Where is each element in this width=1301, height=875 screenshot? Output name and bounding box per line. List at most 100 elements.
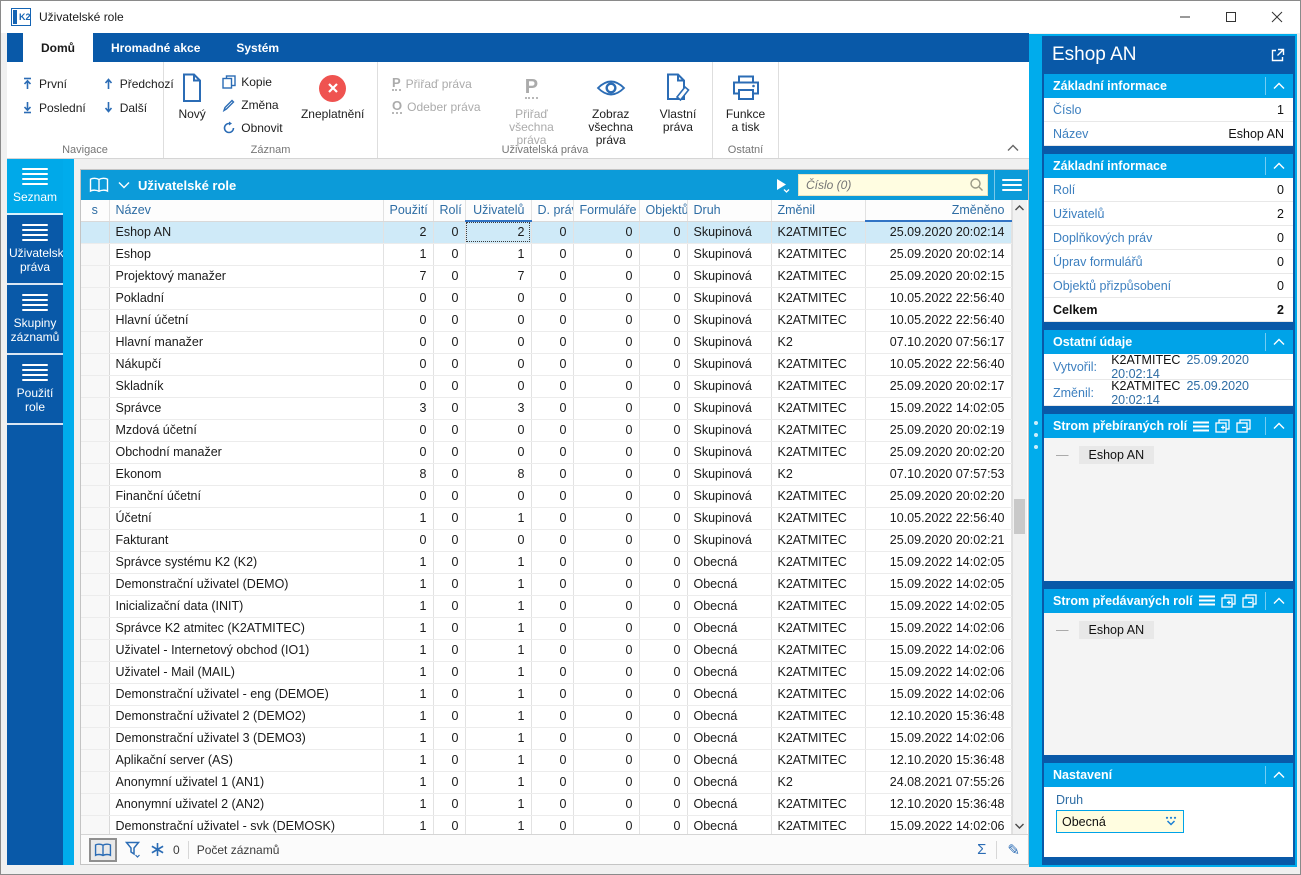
table-cell-uzivatelu[interactable]: 1	[465, 727, 531, 749]
table-cell-dprav[interactable]: 0	[531, 573, 573, 595]
table-cell-nazev[interactable]: Správce systému K2 (K2)	[109, 551, 383, 573]
table-row[interactable]: Hlavní manažer000000SkupinováK207.10.202…	[81, 331, 1011, 353]
remove-rights-button[interactable]: O Odeber práva	[384, 95, 491, 118]
run-filter-icon[interactable]	[774, 177, 790, 193]
table-cell-zmeneno[interactable]: 15.09.2022 14:02:05	[865, 595, 1011, 617]
panel-splitter[interactable]	[1029, 34, 1042, 867]
table-cell-zmeneno[interactable]: 07.10.2020 07:56:17	[865, 331, 1011, 353]
table-cell-nazev[interactable]: Skladník	[109, 375, 383, 397]
table-cell-zmenil[interactable]: K2ATMITEC	[771, 309, 865, 331]
show-all-rights-button[interactable]: Zobraz všechna práva	[572, 66, 650, 149]
table-cell-druh[interactable]: Obecná	[687, 639, 771, 661]
table-cell-zmenil[interactable]: K2ATMITEC	[771, 683, 865, 705]
sidebar-item-1[interactable]: Seznam	[7, 159, 63, 215]
table-cell-pouziti[interactable]: 0	[383, 485, 433, 507]
table-cell-druh[interactable]: Skupinová	[687, 221, 771, 243]
table-cell-pouziti[interactable]: 1	[383, 507, 433, 529]
table-cell-objektu[interactable]: 0	[639, 617, 687, 639]
table-cell-zmenil[interactable]: K2ATMITEC	[771, 529, 865, 551]
table-cell-druh[interactable]: Obecná	[687, 683, 771, 705]
collapse-section-icon[interactable]	[1265, 417, 1291, 435]
column-header-nazev[interactable]: Název	[109, 200, 383, 221]
column-header-s[interactable]: s	[81, 200, 109, 221]
table-cell-dprav[interactable]: 0	[531, 485, 573, 507]
scrollbar-thumb[interactable]	[1014, 499, 1025, 534]
table-cell-uzivatelu[interactable]: 0	[465, 375, 531, 397]
column-header-pouziti[interactable]: Použití	[383, 200, 433, 221]
table-cell-objektu[interactable]: 0	[639, 639, 687, 661]
table-cell-dprav[interactable]: 0	[531, 463, 573, 485]
table-cell-objektu[interactable]: 0	[639, 551, 687, 573]
table-cell-nazev[interactable]: Účetní	[109, 507, 383, 529]
column-header-roli[interactable]: Rolí	[433, 200, 465, 221]
table-cell-druh[interactable]: Obecná	[687, 705, 771, 727]
table-row[interactable]: Demonstrační uživatel 2 (DEMO2)101000Obe…	[81, 705, 1011, 727]
table-row[interactable]: Nákupčí000000SkupinováK2ATMITEC10.05.202…	[81, 353, 1011, 375]
minimize-button[interactable]	[1162, 1, 1208, 33]
table-cell-s[interactable]	[81, 485, 109, 507]
table-cell-roli[interactable]: 0	[433, 375, 465, 397]
table-cell-druh[interactable]: Skupinová	[687, 463, 771, 485]
table-cell-s[interactable]	[81, 507, 109, 529]
search-input[interactable]	[798, 174, 988, 196]
table-cell-druh[interactable]: Skupinová	[687, 375, 771, 397]
table-cell-zmeneno[interactable]: 10.05.2022 22:56:40	[865, 309, 1011, 331]
table-cell-roli[interactable]: 0	[433, 705, 465, 727]
table-cell-druh[interactable]: Skupinová	[687, 243, 771, 265]
table-cell-formulare[interactable]: 0	[573, 309, 639, 331]
table-cell-zmenil[interactable]: K2ATMITEC	[771, 485, 865, 507]
table-cell-objektu[interactable]: 0	[639, 243, 687, 265]
table-cell-uzivatelu[interactable]: 0	[465, 419, 531, 441]
table-cell-roli[interactable]: 0	[433, 683, 465, 705]
table-cell-nazev[interactable]: Inicializační data (INIT)	[109, 595, 383, 617]
table-cell-formulare[interactable]: 0	[573, 441, 639, 463]
table-cell-nazev[interactable]: Aplikační server (AS)	[109, 749, 383, 771]
table-cell-roli[interactable]: 0	[433, 419, 465, 441]
table-cell-druh[interactable]: Obecná	[687, 793, 771, 815]
table-cell-dprav[interactable]: 0	[531, 287, 573, 309]
table-cell-pouziti[interactable]: 7	[383, 265, 433, 287]
collapse-ribbon-button[interactable]	[1007, 144, 1019, 152]
table-cell-nazev[interactable]: Demonstrační uživatel 3 (DEMO3)	[109, 727, 383, 749]
table-cell-druh[interactable]: Skupinová	[687, 419, 771, 441]
filter-star-icon[interactable]	[150, 842, 165, 857]
table-cell-pouziti[interactable]: 0	[383, 375, 433, 397]
table-cell-objektu[interactable]: 0	[639, 221, 687, 243]
collapse-section-icon[interactable]	[1265, 766, 1291, 784]
table-cell-uzivatelu[interactable]: 0	[465, 529, 531, 551]
table-cell-dprav[interactable]: 0	[531, 639, 573, 661]
table-row[interactable]: Uživatel - Mail (MAIL)101000ObecnáK2ATMI…	[81, 661, 1011, 683]
table-row[interactable]: Demonstrační uživatel - eng (DEMOE)10100…	[81, 683, 1011, 705]
table-cell-uzivatelu[interactable]: 2	[465, 221, 531, 243]
sidebar-splitter[interactable]	[63, 159, 74, 865]
table-cell-zmeneno[interactable]: 25.09.2020 20:02:14	[865, 243, 1011, 265]
table-cell-roli[interactable]: 0	[433, 639, 465, 661]
table-row[interactable]: Demonstrační uživatel (DEMO)101000Obecná…	[81, 573, 1011, 595]
table-cell-zmeneno[interactable]: 25.09.2020 20:02:21	[865, 529, 1011, 551]
table-cell-zmeneno[interactable]: 25.09.2020 20:02:17	[865, 375, 1011, 397]
table-cell-s[interactable]	[81, 727, 109, 749]
table-cell-nazev[interactable]: Finanční účetní	[109, 485, 383, 507]
table-cell-pouziti[interactable]: 0	[383, 287, 433, 309]
table-cell-formulare[interactable]: 0	[573, 419, 639, 441]
table-cell-uzivatelu[interactable]: 1	[465, 639, 531, 661]
table-cell-druh[interactable]: Obecná	[687, 661, 771, 683]
table-cell-roli[interactable]: 0	[433, 331, 465, 353]
table-cell-uzivatelu[interactable]: 1	[465, 683, 531, 705]
dropdown-icon[interactable]	[1164, 816, 1178, 827]
table-cell-zmeneno[interactable]: 12.10.2020 15:36:48	[865, 705, 1011, 727]
column-header-druh[interactable]: Druh	[687, 200, 771, 221]
table-cell-roli[interactable]: 0	[433, 265, 465, 287]
table-row[interactable]: Pokladní000000SkupinováK2ATMITEC10.05.20…	[81, 287, 1011, 309]
table-cell-nazev[interactable]: Anonymní uživatel 2 (AN2)	[109, 793, 383, 815]
table-cell-s[interactable]	[81, 639, 109, 661]
table-cell-uzivatelu[interactable]: 0	[465, 485, 531, 507]
table-cell-pouziti[interactable]: 1	[383, 793, 433, 815]
table-cell-nazev[interactable]: Demonstrační uživatel - svk (DEMOSK)	[109, 815, 383, 834]
table-cell-druh[interactable]: Skupinová	[687, 353, 771, 375]
table-cell-pouziti[interactable]: 1	[383, 815, 433, 834]
table-cell-uzivatelu[interactable]: 8	[465, 463, 531, 485]
table-cell-druh[interactable]: Obecná	[687, 771, 771, 793]
table-cell-zmenil[interactable]: K2	[771, 331, 865, 353]
table-row[interactable]: Anonymní uživatel 2 (AN2)101000ObecnáK2A…	[81, 793, 1011, 815]
